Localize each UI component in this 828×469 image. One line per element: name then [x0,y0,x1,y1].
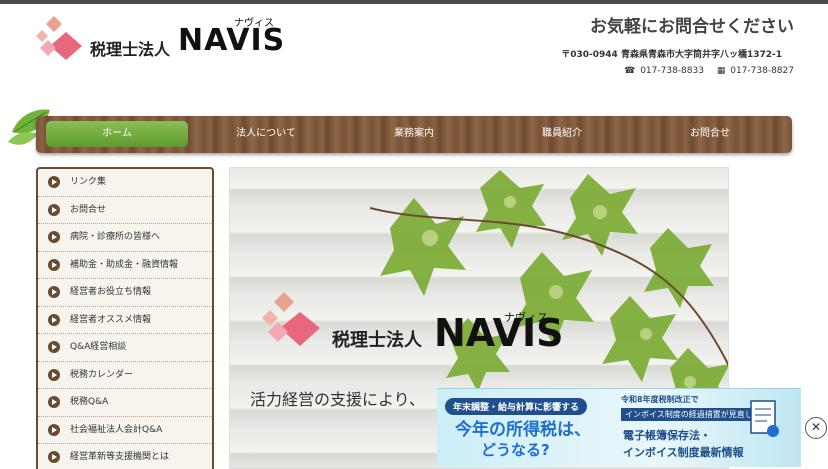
nav-about[interactable]: 法人について [196,121,336,147]
banner-right-line-3: 電子帳簿保存法・ [623,429,711,442]
sidebar-menu: リンク集 お問合せ 病院・診療所の皆様へ 補助金・助成金・融資情報 経営者お役立… [36,167,214,469]
hero-company-name: 税理士法人 [332,330,422,351]
hero-tagline: 活力経営の支援により、 [250,390,426,409]
promo-banner[interactable]: 年末調整・給与計算に影響する 今年の所得税は、 どうなる? 令和8年度税制改正で… [437,388,801,467]
arrow-bullet-icon [48,176,60,188]
sidebar-item-contact[interactable]: お問合せ [38,197,212,224]
phone-numbers: ☎ 017-738-8833 ▦ 017-738-8827 [614,66,794,76]
main-nav: ホーム 法人について 業務案内 職員紹介 お問合せ [36,116,792,153]
arrow-bullet-icon [48,258,60,271]
hero-logo-mark-icon [262,292,320,346]
arrow-bullet-icon [48,203,60,216]
nav-staff[interactable]: 職員紹介 [492,121,632,147]
logo-brand: NAVIS [178,23,286,58]
arrow-bullet-icon [48,396,60,408]
banner-right-line-1: 令和8年度税制改正で [621,395,699,404]
arrow-bullet-icon [48,368,60,381]
top-bar [0,0,828,4]
fax-number: 017-738-8827 [730,66,794,76]
sidebar-item-qa-consulting[interactable]: Q&A経営相談 [38,334,212,362]
nav-home[interactable]: ホーム [46,121,188,147]
close-icon[interactable]: ✕ [805,417,827,439]
tel-number[interactable]: 017-738-8833 [640,66,704,76]
banner-headline-2: どうなる? [481,441,550,459]
nav-contact[interactable]: お問合せ [640,121,780,147]
logo-mark-icon [36,16,82,60]
sidebar-item-tax-qa[interactable]: 税務Q&A [38,389,212,417]
sidebar-item-useful-info[interactable]: 経営者お役立ち情報 [38,279,212,307]
phone-icon: ☎ [624,66,636,76]
sidebar-item-recommended[interactable]: 経営者オススメ情報 [38,307,212,334]
banner-pill: 年末調整・給与計算に影響する [445,398,588,415]
nav-services[interactable]: 業務案内 [346,121,482,147]
arrow-bullet-icon [48,341,60,353]
fax-icon: ▦ [716,66,726,76]
arrow-bullet-icon [48,451,60,463]
sidebar-item-welfare-qa[interactable]: 社会福祉法人会計Q&A [38,417,212,444]
arrow-bullet-icon [48,423,60,436]
sidebar-item-clinics[interactable]: 病院・診療所の皆様へ [38,224,212,252]
banner-headline-1: 今年の所得税は、 [455,420,591,440]
banner-right-line-4: インボイス制度最新情報 [623,446,744,459]
contact-title: お気軽にお問合せください [590,17,794,37]
sidebar-item-tax-calendar[interactable]: 税務カレンダー [38,362,212,389]
arrow-bullet-icon [48,231,60,243]
arrow-bullet-icon [48,286,60,298]
sidebar-item-subsidies[interactable]: 補助金・助成金・融資情報 [38,252,212,279]
document-icon [750,400,779,437]
hero-brand: NAVIS [434,311,564,355]
logo-company-name: 税理士法人 [90,40,171,59]
site-logo[interactable]: 税理士法人 ナヴィス NAVIS [36,16,286,64]
address: 〒030-0944 青森県青森市大字筒井字八ッ橋1372-1 [561,50,782,60]
arrow-bullet-icon [48,313,60,326]
banner-right-line-2: インボイス制度の経過措置が見直し [621,408,757,421]
sidebar-item-support-agency[interactable]: 経営革新等支援機関とは [38,444,212,469]
sidebar-item-links[interactable]: リンク集 [38,169,212,197]
